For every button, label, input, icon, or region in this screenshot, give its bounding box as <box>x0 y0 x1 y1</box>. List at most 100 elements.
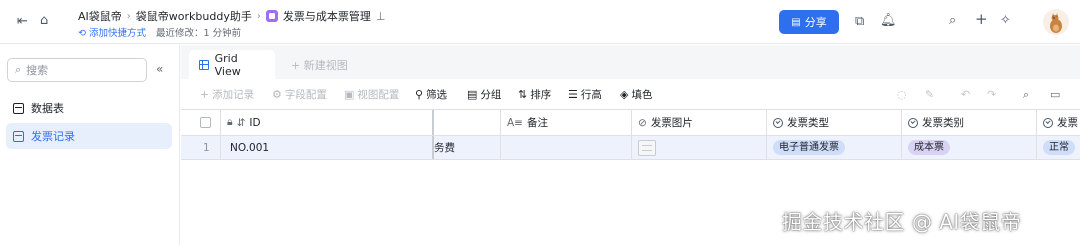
gear-icon: ⚙ <box>272 88 282 101</box>
invoice-type-cell[interactable]: 电子普通发票 <box>767 136 902 159</box>
column-label: 备注 <box>526 117 548 129</box>
invoice-thumbnail[interactable] <box>638 139 656 156</box>
search-records-icon[interactable]: ⌕ <box>1023 88 1029 102</box>
search-icon[interactable]: ⌕ <box>949 14 956 28</box>
invoice-status-tag: 正常 <box>1043 140 1075 155</box>
edit-icon[interactable]: ✎ <box>925 88 934 101</box>
column-header-id[interactable]: 🔒︎ ⇵ ID <box>221 110 434 135</box>
select-all-cell[interactable] <box>181 110 221 135</box>
toolbar: + 添加记录 ⚙ 字段配置 ▣ 视图配置 ⚲ 筛选 ▤ 分组 ⇅ 排序 ☰ 行高 ◈ 填色 ◌… <box>181 79 1080 109</box>
search-icon: ⌕ <box>15 63 22 76</box>
add-record-label: + 添加记录 <box>200 89 255 101</box>
field-config-button[interactable]: ⚙ 字段配置 <box>272 87 327 102</box>
sparkle-icon[interactable]: ✧ <box>1000 14 1011 28</box>
column-header-hidden[interactable] <box>434 110 501 135</box>
bell-icon[interactable]: 🔔︎ <box>880 14 897 28</box>
avatar[interactable] <box>1043 9 1069 35</box>
table-row[interactable]: 1 NO.001 务费 电子普通发票 成本票 正常 <box>181 136 1080 160</box>
column-header-invoice-category[interactable]: 发票类别 <box>902 110 1037 135</box>
row-height-label: 行高 <box>580 89 602 101</box>
table-icon <box>13 130 24 142</box>
single-select-icon <box>773 117 783 128</box>
column-header-invoice-status[interactable]: 发票 <box>1037 110 1080 135</box>
chevron-right-icon: › <box>126 10 131 22</box>
plugin-icon[interactable]: ⧉ <box>855 15 864 29</box>
breadcrumb-item[interactable]: 袋鼠帝workbuddy助手 <box>136 8 252 24</box>
tab-label: + 新建视图 <box>291 58 348 72</box>
share-label: 分享 <box>804 16 827 29</box>
view-config-label: 视图配置 <box>357 89 400 101</box>
undo-icon[interactable]: ↶ <box>961 88 970 101</box>
row-number-cell: 1 <box>181 136 221 159</box>
invoice-category-tag: 成本票 <box>908 140 950 155</box>
sort-button[interactable]: ⇅ 排序 <box>518 87 551 102</box>
column-label: ID <box>249 116 261 129</box>
chevron-right-icon: › <box>256 10 261 22</box>
breadcrumb-item[interactable]: AI袋鼠帝 <box>78 8 122 24</box>
search-placeholder: 搜索 <box>26 64 49 77</box>
grid-icon <box>199 59 209 70</box>
column-label: 发票 <box>1057 117 1078 129</box>
add-shortcut-link[interactable]: ⟲ 添加快捷方式 <box>78 25 146 39</box>
column-header-remark[interactable]: A≡ 备注 <box>501 110 632 135</box>
fill-color-button[interactable]: ◈ 填色 <box>620 87 652 102</box>
collapse-sidebar-icon[interactable]: « <box>156 62 163 76</box>
invoice-category-cell[interactable]: 成本票 <box>902 136 1037 159</box>
filter-button[interactable]: ⚲ 筛选 <box>415 87 447 102</box>
add-record-button[interactable]: + 添加记录 <box>200 87 254 102</box>
share-doc-icon: ▤ <box>791 16 801 28</box>
tab-label: Grid View <box>214 51 241 78</box>
id-cell[interactable]: NO.001 <box>221 136 434 159</box>
partial-value: 务费 <box>434 142 455 154</box>
view-config-button[interactable]: ▣ 视图配置 <box>344 87 399 102</box>
pin-icon[interactable]: ⊥ <box>376 10 386 23</box>
paint-bucket-icon: ◈ <box>620 88 629 101</box>
field-config-label: 字段配置 <box>284 89 327 101</box>
table-icon <box>13 102 24 114</box>
number-sort-icon: ⇵ <box>236 116 246 129</box>
column-label: 发票类别 <box>922 117 964 129</box>
sidebar-toggle-icon[interactable]: ⇤ <box>17 15 28 29</box>
kangaroo-avatar-icon <box>1050 13 1062 33</box>
group-icon: ▤ <box>467 88 478 101</box>
single-select-icon <box>1043 117 1053 128</box>
breadcrumb: AI袋鼠帝 › 袋鼠帝workbuddy助手 › 发票与成本票管理 ⊥ <box>78 8 385 24</box>
doc-meta: ⟲ 添加快捷方式 最近修改：1 分钟前 <box>78 25 241 39</box>
invoice-status-cell[interactable]: 正常 <box>1037 136 1080 159</box>
sidebar: ⌕ 搜索 « 数据表 发票记录 <box>0 45 180 245</box>
sidebar-item-datatable[interactable]: 数据表 <box>6 95 172 121</box>
comment-icon[interactable]: ▭ <box>1050 88 1060 101</box>
doc-title[interactable]: 发票与成本票管理 <box>283 8 371 24</box>
row-number: 1 <box>203 141 210 154</box>
base-doc-icon <box>265 10 278 22</box>
id-value: NO.001 <box>230 141 270 154</box>
text-field-icon: A≡ <box>507 116 523 129</box>
select-all-checkbox[interactable] <box>200 117 211 128</box>
partial-cell[interactable]: 务费 <box>434 136 501 159</box>
row-height-button[interactable]: ☰ 行高 <box>568 87 602 102</box>
view-tabs: Grid View + 新建视图 <box>181 45 1080 79</box>
fill-label: 填色 <box>631 89 653 101</box>
tab-new-view[interactable]: + 新建视图 <box>281 50 358 79</box>
group-button[interactable]: ▤ 分组 <box>467 87 501 102</box>
sidebar-item-label: 数据表 <box>31 102 64 115</box>
column-header-invoice-image[interactable]: ⊘ 发票图片 <box>632 110 767 135</box>
invoice-image-cell[interactable] <box>632 136 767 159</box>
attachment-icon: ⊘ <box>638 116 647 129</box>
column-label: 发票图片 <box>650 117 693 129</box>
column-header-invoice-type[interactable]: 发票类型 <box>767 110 902 135</box>
share-button[interactable]: ▤ 分享 <box>779 10 839 34</box>
plus-icon[interactable]: + <box>975 12 988 27</box>
filter-icon: ⚲ <box>415 88 424 101</box>
column-label: 发票类型 <box>787 117 829 129</box>
redo-icon[interactable]: ↷ <box>987 88 996 101</box>
grid-header-row: 🔒︎ ⇵ ID A≡ 备注 ⊘ 发票图片 发票类型 发票类别 发票 <box>181 109 1080 136</box>
row-height-icon: ☰ <box>568 88 578 101</box>
home-icon[interactable]: ⌂ <box>40 14 48 28</box>
sidebar-item-invoice-records[interactable]: 发票记录 <box>6 123 172 149</box>
tab-grid-view[interactable]: Grid View <box>189 50 275 79</box>
filter-label: 筛选 <box>426 89 448 101</box>
remark-cell[interactable] <box>501 136 632 159</box>
sidebar-search-input[interactable]: ⌕ 搜索 <box>7 58 147 82</box>
watermark: 掘金技术社区 @ AI袋鼠帝 <box>782 210 1022 234</box>
